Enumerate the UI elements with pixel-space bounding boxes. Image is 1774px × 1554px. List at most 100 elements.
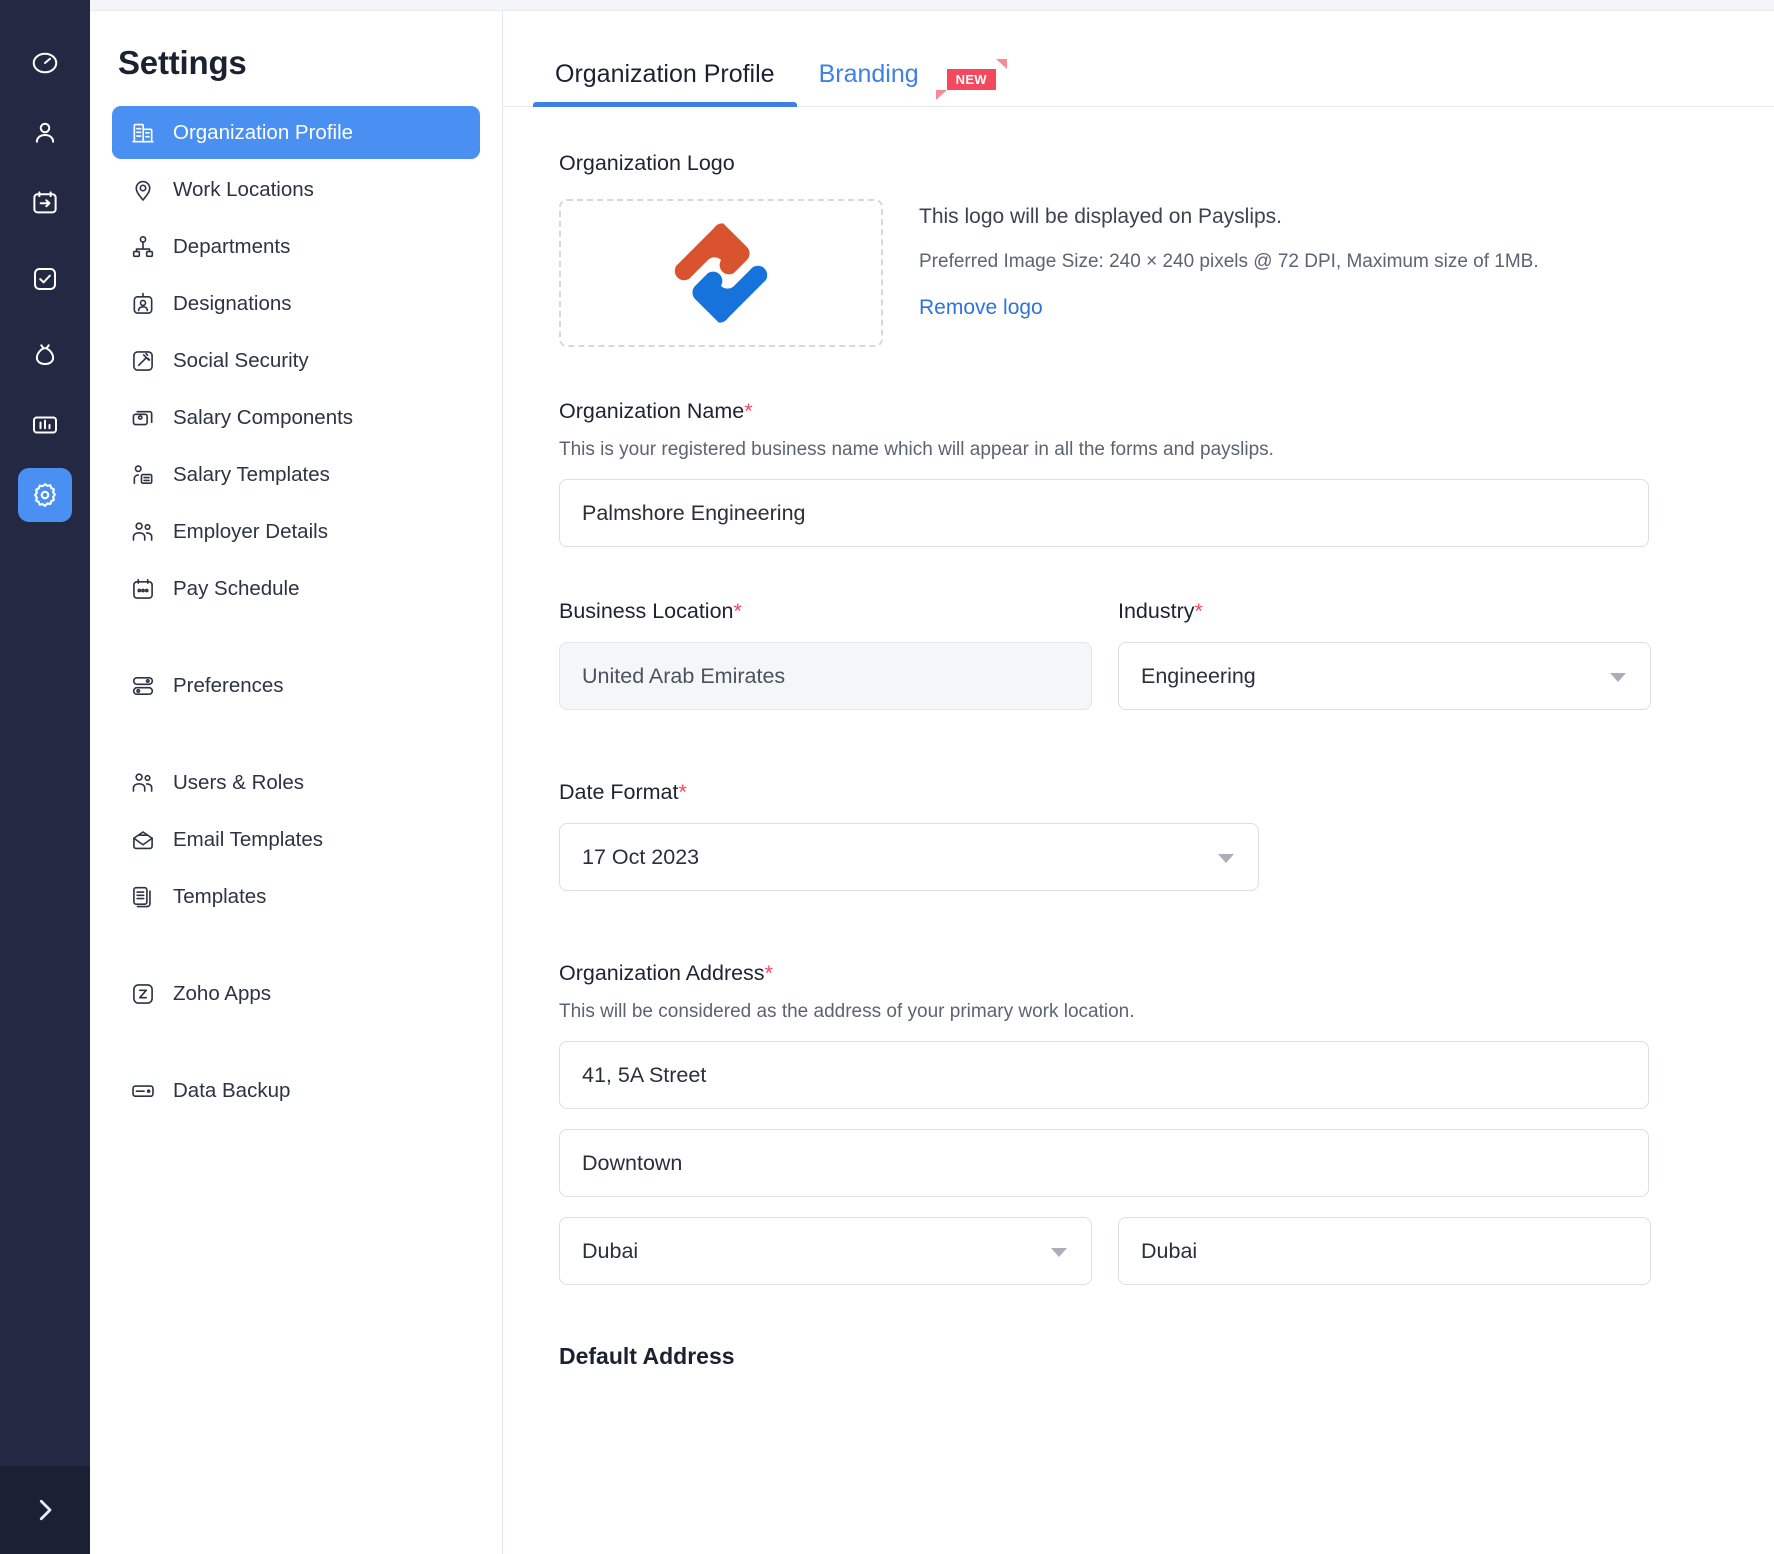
label-text: Date Format — [559, 780, 678, 804]
tab-bar: Organization Profile Branding NEW — [503, 11, 1774, 107]
sidebar-item-label: Work Locations — [173, 178, 314, 202]
logo-note-size: Preferred Image Size: 240 × 240 pixels @… — [919, 251, 1539, 273]
loans-icon[interactable] — [18, 328, 72, 382]
date-format-select[interactable]: 17 Oct 2023 — [559, 823, 1259, 891]
dashboard-icon[interactable] — [18, 36, 72, 90]
sidebar-item-pay-schedule[interactable]: Pay Schedule — [112, 562, 480, 615]
industry-field: Industry* Engineering — [1118, 599, 1651, 710]
organization-address-helper: This will be considered as the address o… — [559, 1001, 1774, 1023]
sidebar-item-social-security[interactable]: Social Security — [112, 334, 480, 387]
sidebar-item-email-templates[interactable]: Email Templates — [112, 813, 480, 866]
address-line-2-input[interactable]: Downtown — [559, 1129, 1649, 1197]
profile-form: Organization Logo This logo will be disp… — [503, 107, 1774, 1370]
reports-icon[interactable] — [18, 398, 72, 452]
building-icon — [128, 118, 158, 148]
organization-address-section: Organization Address* This will be consi… — [559, 961, 1774, 1285]
label-text: Organization Address — [559, 961, 765, 985]
required-asterisk: * — [744, 399, 752, 423]
sidebar-item-label: Preferences — [173, 674, 284, 698]
required-asterisk: * — [1194, 599, 1202, 623]
nav-divider-gap-3 — [112, 927, 480, 967]
zoho-z-icon — [128, 979, 158, 1009]
cards-icon — [128, 403, 158, 433]
pay-runs-icon[interactable] — [18, 176, 72, 230]
approvals-icon[interactable] — [18, 252, 72, 306]
organization-logo-section: Organization Logo This logo will be disp… — [559, 151, 1774, 347]
nav-divider-gap-1 — [112, 619, 480, 659]
sidebar-item-label: Templates — [173, 885, 266, 909]
sidebar-item-label: Designations — [173, 292, 292, 316]
sidebar-item-departments[interactable]: Departments — [112, 220, 480, 273]
map-pin-icon — [128, 175, 158, 205]
new-badge: NEW — [947, 69, 996, 90]
people-icon — [128, 768, 158, 798]
industry-label: Industry* — [1118, 599, 1651, 624]
primary-icon-rail — [0, 0, 90, 1554]
window-top-strip — [90, 0, 1774, 11]
sidebar-item-label: Departments — [173, 235, 290, 259]
city-input[interactable]: Dubai — [1118, 1217, 1651, 1285]
organization-logo-label: Organization Logo — [559, 151, 1774, 176]
sidebar-item-organization-profile[interactable]: Organization Profile — [112, 106, 480, 159]
settings-sidebar: Settings Organization Profile — [90, 0, 503, 1554]
sidebar-item-salary-components[interactable]: Salary Components — [112, 391, 480, 444]
sliders-icon — [128, 671, 158, 701]
sidebar-item-label: Social Security — [173, 349, 309, 373]
people-icon — [128, 517, 158, 547]
sidebar-item-zoho-apps[interactable]: Zoho Apps — [112, 967, 480, 1020]
org-chart-icon — [128, 232, 158, 262]
label-text: Organization Name — [559, 399, 744, 423]
sidebar-item-work-locations[interactable]: Work Locations — [112, 163, 480, 216]
sidebar-item-label: Organization Profile — [173, 121, 353, 145]
default-address-section: Default Address — [559, 1343, 1774, 1370]
tab-branding[interactable]: Branding — [797, 60, 941, 106]
employees-icon[interactable] — [18, 106, 72, 160]
logo-dropzone[interactable] — [559, 199, 883, 347]
business-location-field: Business Location* United Arab Emirates — [559, 599, 1092, 710]
sidebar-item-label: Users & Roles — [173, 771, 304, 795]
sidebar-item-label: Email Templates — [173, 828, 323, 852]
required-asterisk: * — [734, 599, 742, 623]
address-line-1-input[interactable]: 41, 5A Street — [559, 1041, 1649, 1109]
sidebar-item-preferences[interactable]: Preferences — [112, 659, 480, 712]
database-icon — [128, 1076, 158, 1106]
business-location-input: United Arab Emirates — [559, 642, 1092, 710]
organization-name-helper: This is your registered business name wh… — [559, 439, 1774, 461]
gavel-icon — [128, 346, 158, 376]
logo-row: This logo will be displayed on Payslips.… — [559, 199, 1774, 347]
expand-sidebar-button[interactable] — [0, 1466, 90, 1554]
sidebar-item-templates[interactable]: Templates — [112, 870, 480, 923]
app-root: Settings Organization Profile — [0, 0, 1774, 1554]
label-text: Business Location — [559, 599, 734, 623]
sidebar-item-employer-details[interactable]: Employer Details — [112, 505, 480, 558]
required-asterisk: * — [678, 780, 686, 804]
location-industry-row: Business Location* United Arab Emirates … — [559, 599, 1774, 710]
sidebar-item-label: Salary Components — [173, 406, 353, 430]
sidebar-item-salary-templates[interactable]: Salary Templates — [112, 448, 480, 501]
person-list-icon — [128, 460, 158, 490]
tab-organization-profile[interactable]: Organization Profile — [533, 60, 797, 106]
sidebar-item-label: Zoho Apps — [173, 982, 271, 1006]
sidebar-item-users-roles[interactable]: Users & Roles — [112, 756, 480, 809]
sidebar-item-label: Pay Schedule — [173, 577, 300, 601]
sidebar-item-data-backup[interactable]: Data Backup — [112, 1064, 480, 1117]
industry-select[interactable]: Engineering — [1118, 642, 1651, 710]
logo-note-primary: This logo will be displayed on Payslips. — [919, 205, 1539, 229]
main-content: Organization Profile Branding NEW Organi… — [503, 0, 1774, 1554]
sidebar-item-label: Data Backup — [173, 1079, 290, 1103]
organization-name-input[interactable]: Palmshore Engineering — [559, 479, 1649, 547]
default-address-title: Default Address — [559, 1343, 1774, 1370]
label-text: Industry — [1118, 599, 1194, 623]
documents-icon — [128, 882, 158, 912]
logo-info: This logo will be displayed on Payslips.… — [919, 199, 1539, 320]
settings-icon[interactable] — [18, 468, 72, 522]
sidebar-item-designations[interactable]: Designations — [112, 277, 480, 330]
sidebar-item-label: Employer Details — [173, 520, 328, 544]
nav-divider-gap-2 — [112, 716, 480, 756]
page-title: Settings — [90, 11, 502, 82]
organization-address-label: Organization Address* — [559, 961, 1774, 986]
sidebar-item-label: Salary Templates — [173, 463, 330, 487]
remove-logo-link[interactable]: Remove logo — [919, 296, 1539, 320]
emirate-select[interactable]: Dubai — [559, 1217, 1092, 1285]
nav-divider-gap-4 — [112, 1024, 480, 1064]
